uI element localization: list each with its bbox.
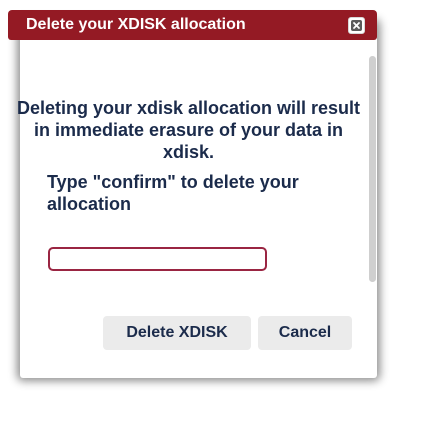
cancel-button[interactable]: Cancel: [258, 316, 352, 350]
close-icon: [351, 20, 362, 31]
dialog-content: Deleting your xdisk allocation will resu…: [8, 40, 371, 292]
warning-message: Deleting your xdisk allocation will resu…: [16, 98, 361, 162]
dialog-title: Delete your XDISK allocation: [26, 16, 246, 33]
confirm-input[interactable]: [48, 247, 267, 271]
dialog-scrollbar[interactable]: [369, 56, 376, 282]
close-button[interactable]: [348, 17, 365, 34]
delete-xdisk-button[interactable]: Delete XDISK: [103, 316, 251, 350]
screen: Delete your XDISK allocation Deleting yo…: [0, 0, 436, 428]
dialog-titlebar: Delete your XDISK allocation: [8, 10, 377, 40]
confirm-prompt: Type "confirm" to delete your allocation: [47, 172, 299, 214]
scrollbar-thumb[interactable]: [369, 56, 376, 282]
